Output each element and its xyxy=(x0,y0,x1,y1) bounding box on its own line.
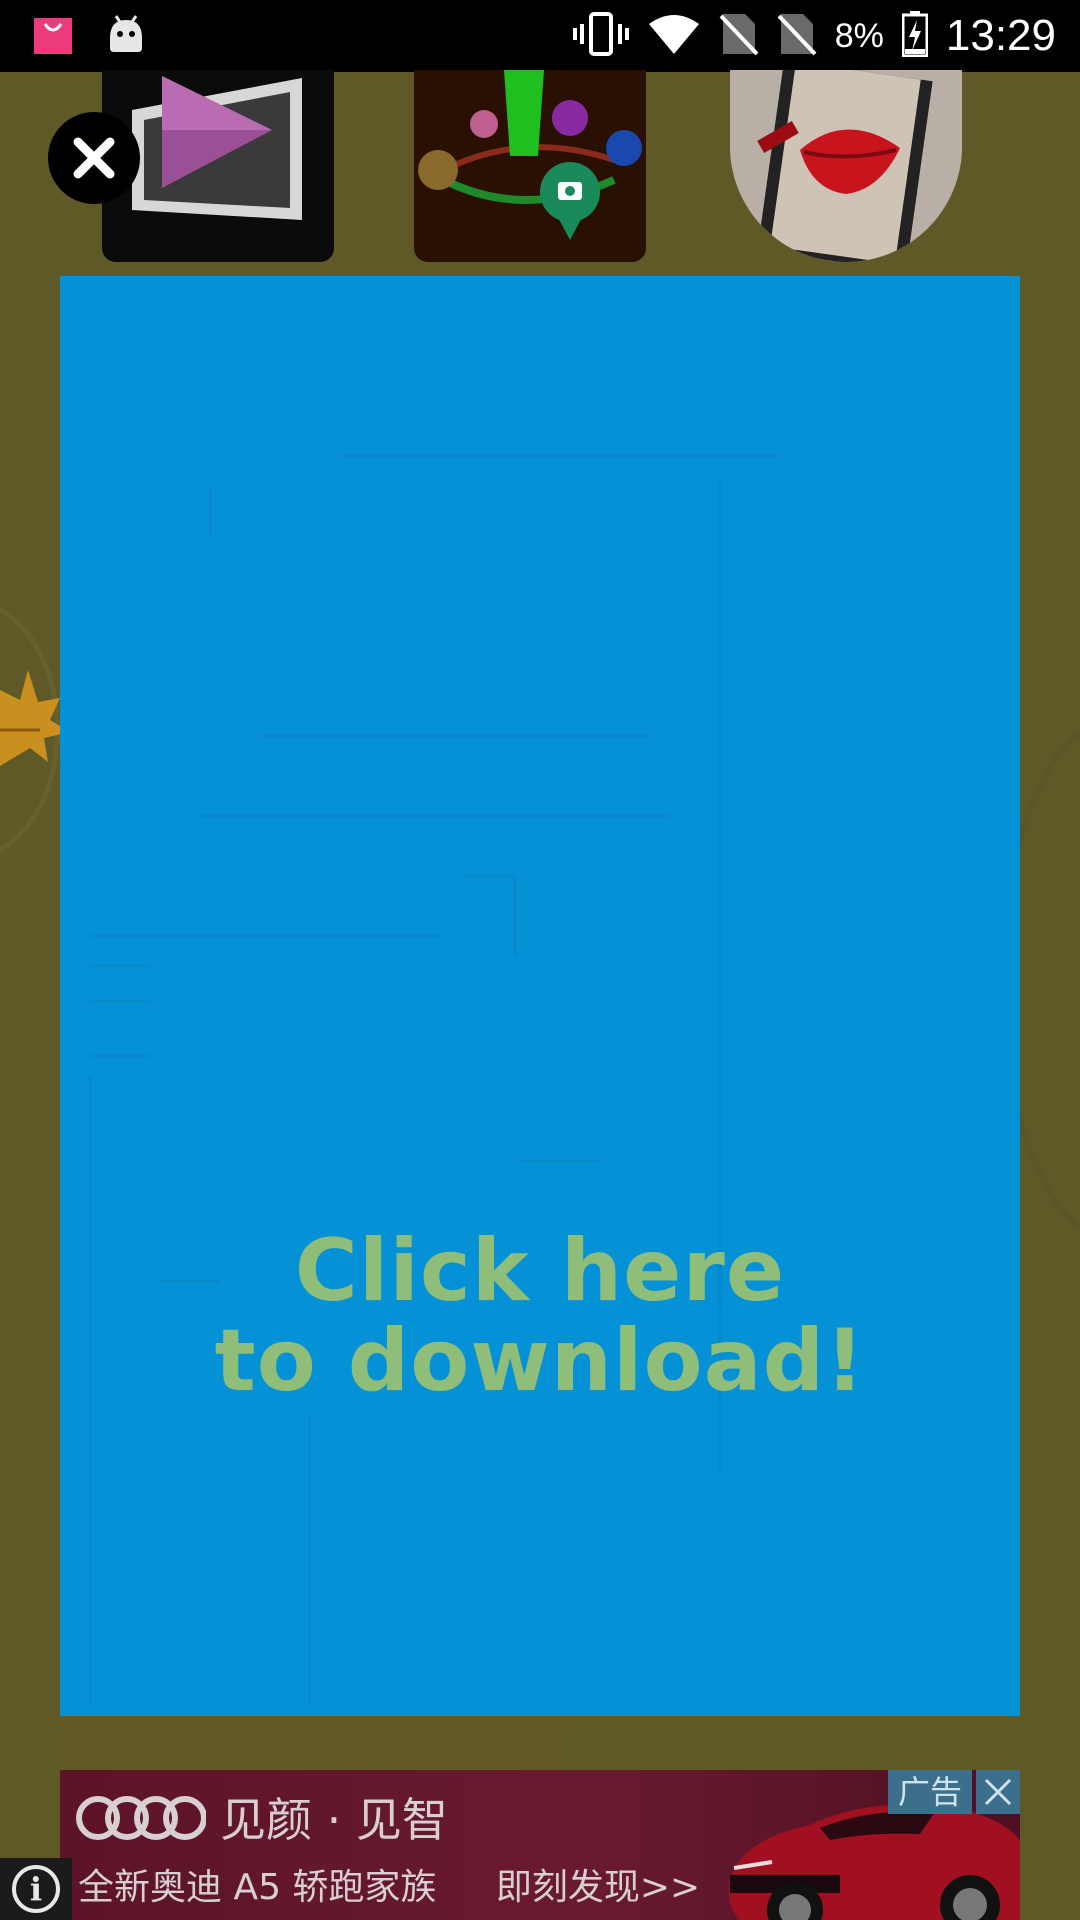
map-places-app-tile[interactable] xyxy=(414,70,646,262)
shopping-bag-icon xyxy=(32,14,74,60)
screen: 8% 13:29 Click here to download! 见颜 · 见智… xyxy=(0,0,1080,1920)
clock: 13:29 xyxy=(945,11,1056,60)
ad-info-button[interactable]: i xyxy=(0,1858,72,1920)
interstitial-ad[interactable]: Click here to download! xyxy=(60,276,1020,1716)
banner-title: 见颜 · 见智 xyxy=(220,1793,448,1847)
ad-cta-line-2: to download! xyxy=(214,1311,866,1411)
lips-icon xyxy=(730,70,962,262)
car-image xyxy=(728,1804,1020,1920)
lipstick-app-tile[interactable] xyxy=(730,70,962,262)
battery-percent: 8% xyxy=(834,16,884,55)
close-ad-button[interactable] xyxy=(48,112,140,204)
banner-cta-link[interactable]: 即刻发现>> xyxy=(496,1867,700,1908)
banner-subtitle-text: 全新奥迪 A5 轿跑家族 xyxy=(78,1867,437,1908)
vibrate-icon xyxy=(572,12,629,60)
ad-background-pattern xyxy=(88,454,780,1706)
background-panel xyxy=(60,1716,560,1770)
battery-charging-icon xyxy=(901,11,929,61)
info-icon: i xyxy=(12,1865,60,1913)
android-icon xyxy=(106,14,146,60)
banner-ad[interactable]: 见颜 · 见智 全新奥迪 A5 轿跑家族 即刻发现>> 广告 xyxy=(60,1770,1020,1920)
wifi-icon xyxy=(647,12,701,60)
close-icon xyxy=(984,1778,1012,1806)
ad-cta-line-1: Click here xyxy=(294,1221,786,1321)
ad-call-to-action[interactable]: Click here to download! xyxy=(60,1226,1020,1406)
audi-rings-logo xyxy=(76,1796,206,1840)
close-icon xyxy=(73,137,115,179)
banner-subtitle: 全新奥迪 A5 轿跑家族 即刻发现>> xyxy=(78,1858,700,1910)
close-banner-button[interactable] xyxy=(976,1770,1020,1814)
no-sim-icon xyxy=(719,12,759,60)
map-pins-icon xyxy=(414,70,646,262)
no-sim-icon xyxy=(777,12,817,60)
status-bar: 8% 13:29 xyxy=(0,0,1080,72)
ad-label-badge: 广告 xyxy=(887,1770,972,1814)
